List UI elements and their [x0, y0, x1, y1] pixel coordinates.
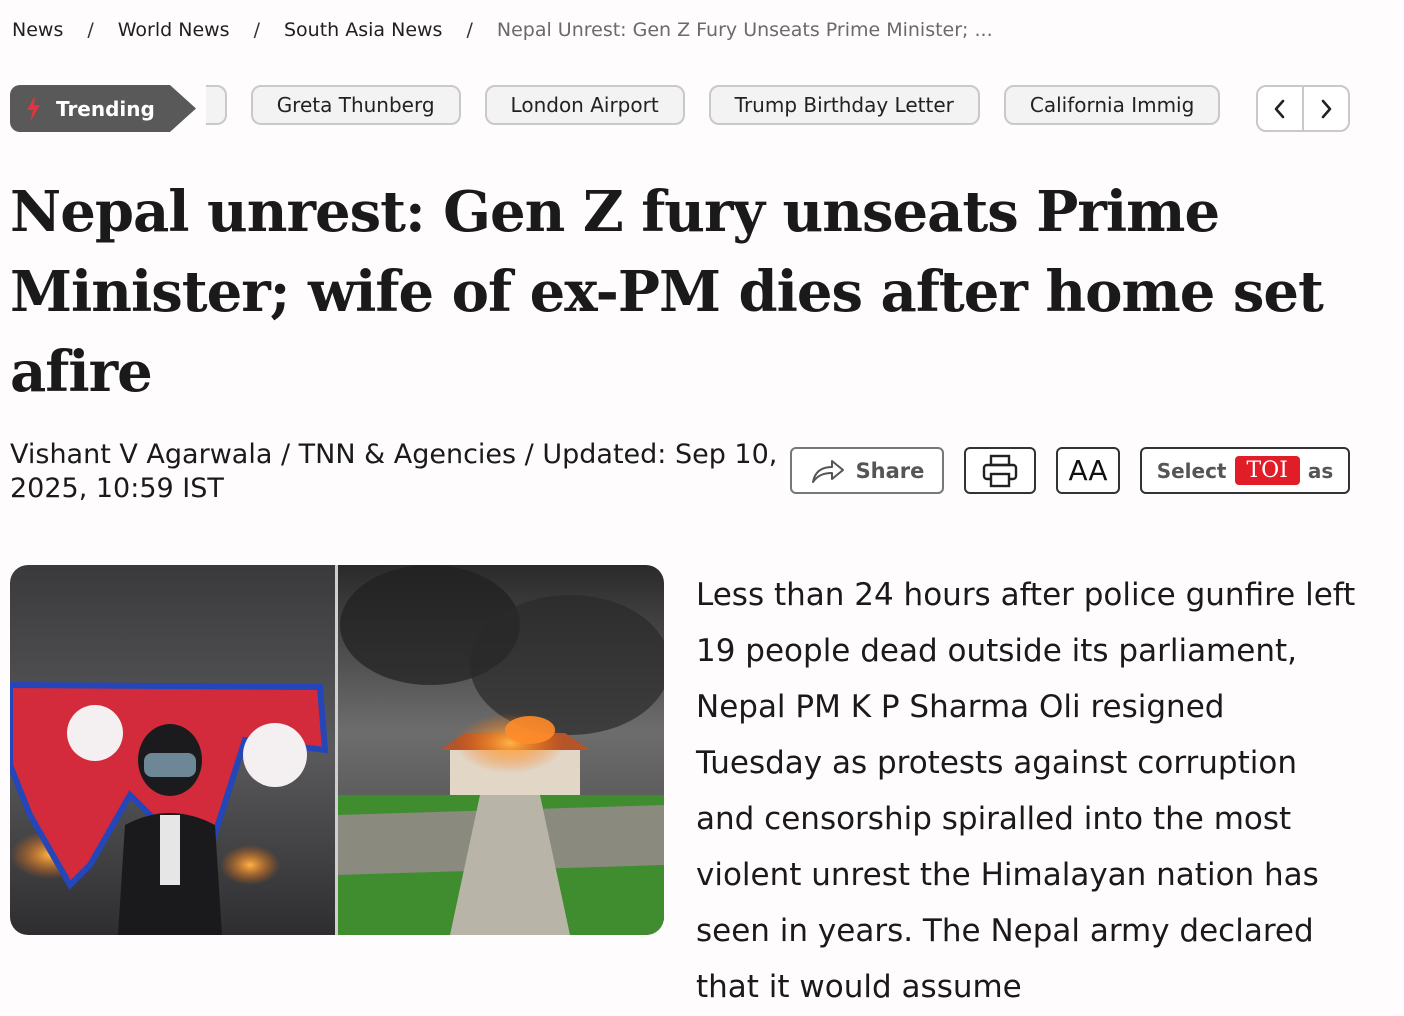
trending-label-text: Trending: [56, 96, 155, 121]
trending-chip[interactable]: sts: [206, 85, 227, 125]
toi-logo: TOI: [1234, 456, 1300, 485]
breadcrumb-south-asia-news[interactable]: South Asia News: [284, 19, 442, 41]
print-button[interactable]: [964, 447, 1036, 494]
as-label: as: [1307, 458, 1334, 483]
breadcrumb-separator: /: [466, 19, 473, 41]
trending-next-button[interactable]: [1302, 87, 1348, 130]
breadcrumb-separator: /: [253, 19, 260, 41]
article-hero-image[interactable]: [10, 565, 664, 935]
share-button[interactable]: Share: [790, 447, 944, 494]
share-label: Share: [855, 458, 925, 483]
article-headline: Nepal unrest: Gen Z fury unseats Prime M…: [10, 179, 1324, 405]
breadcrumb-world-news[interactable]: World News: [118, 19, 230, 41]
trending-nav: [1256, 85, 1350, 132]
flame-icon: [24, 95, 42, 122]
trending-bar: Trending sts Greta Thunberg London Airpo…: [10, 84, 1350, 134]
breadcrumb-separator: /: [87, 19, 94, 41]
trending-chips: sts Greta Thunberg London Airport Trump …: [206, 84, 1230, 134]
breadcrumb-news[interactable]: News: [12, 19, 63, 41]
breadcrumb-current: Nepal Unrest: Gen Z Fury Unseats Prime M…: [496, 19, 993, 41]
article-byline: Vishant V Agarwala / TNN & Agencies / Up…: [10, 439, 778, 504]
trending-label: Trending: [10, 85, 196, 132]
font-size-button[interactable]: AA: [1056, 447, 1120, 494]
share-icon: [811, 459, 844, 483]
breadcrumb: News / World News / South Asia News / Ne…: [12, 16, 993, 44]
trending-chip[interactable]: Greta Thunberg: [250, 85, 461, 125]
select-toi-preferred-source-button[interactable]: Select TOI as: [1140, 447, 1350, 494]
chevron-left-icon: [1274, 99, 1285, 118]
trending-chip[interactable]: California Immig: [1003, 85, 1221, 125]
chevron-right-icon: [1321, 99, 1332, 118]
select-label: Select: [1156, 458, 1227, 483]
article-body: Less than 24 hours after police gunfire …: [696, 577, 1356, 1005]
trending-prev-button[interactable]: [1258, 87, 1302, 130]
printer-icon: [982, 454, 1018, 487]
trending-chip[interactable]: Trump Birthday Letter: [708, 85, 980, 125]
trending-chip[interactable]: London Airport: [484, 85, 685, 125]
